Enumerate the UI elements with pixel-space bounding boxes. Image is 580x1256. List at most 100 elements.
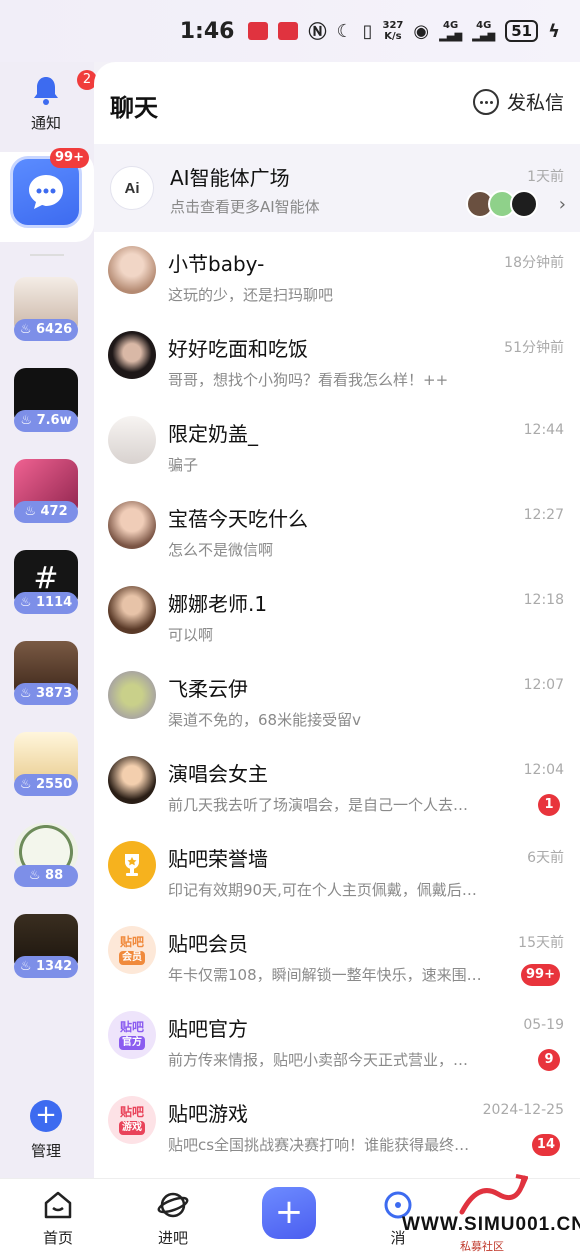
- user-avatar: [108, 671, 156, 719]
- sidebar-bar-item[interactable]: ♨ 2550: [14, 732, 78, 802]
- sidebar-bar-item[interactable]: ♨ 1342: [14, 914, 78, 984]
- chat-preview: 渠道不免的，68米能接受留v: [168, 711, 361, 729]
- watermark-text: WWW.SIMU001.CN: [402, 1214, 580, 1235]
- member-tag-icon: 贴吧 会员: [108, 926, 156, 974]
- ai-agent-avatars: [466, 190, 538, 218]
- plus-icon: +: [30, 1100, 62, 1132]
- ai-logo-icon: Ai: [110, 166, 154, 210]
- send-dm-button[interactable]: 发私信: [472, 88, 564, 115]
- chat-time: 6天前: [527, 850, 564, 866]
- chat-name: 飞柔云伊: [168, 677, 248, 701]
- nav-home-label: 首页: [42, 1229, 73, 1247]
- chat-preview: 可以啊: [168, 626, 214, 644]
- chat-time: 18分钟前: [504, 255, 564, 271]
- bar-sidebar: 2 通知 99+ ♨ 6426 ♨ 7.6w ♨ 472 # ♨ 1114 ♨ …: [0, 62, 97, 1178]
- chat-preview: 骗子: [168, 456, 199, 474]
- sidebar-bar-item[interactable]: ♨ 88: [14, 823, 78, 893]
- bar-heat-badge: ♨ 7.6w: [14, 410, 78, 432]
- bar-heat-badge: ♨ 6426: [14, 319, 78, 341]
- chat-time: 12:07: [523, 677, 564, 693]
- bell-icon: 2: [29, 70, 97, 108]
- bar-heat-badge: ♨ 472: [14, 501, 78, 523]
- sidebar-bar-item[interactable]: ♨ 3873: [14, 641, 78, 711]
- official-tag-icon: 贴吧 官方: [108, 1011, 156, 1059]
- sidebar-bar-item[interactable]: ♨ 472: [14, 459, 78, 529]
- user-avatar: [108, 586, 156, 634]
- chat-row[interactable]: 宝蓓今天吃什么 怎么不是微信啊 12:27: [94, 487, 580, 572]
- signal-2: 4G ▂▄▆: [472, 20, 496, 42]
- chat-preview: 印记有效期90天,可在个人主页佩戴，佩戴后…: [168, 881, 477, 899]
- chat-preview: 这玩的少，还是扫玛聊吧: [168, 286, 334, 304]
- chat-preview: 贴吧cs全国挑战赛决赛打响！谁能获得最终…: [168, 1136, 470, 1154]
- chat-name: 娜娜老师.1: [168, 592, 268, 616]
- bar-heat-badge: ♨ 1114: [14, 592, 78, 614]
- chat-row[interactable]: 小节baby- 这玩的少，还是扫玛聊吧 18分钟前: [94, 232, 580, 317]
- chat-preview: 年卡仅需108，瞬间解锁一整年快乐，速来围…: [168, 966, 482, 984]
- ai-square-title: AI智能体广场: [170, 166, 290, 190]
- chat-name: 贴吧荣誉墙: [168, 847, 268, 871]
- chat-row[interactable]: 限定奶盖_ 骗子 12:44: [94, 402, 580, 487]
- chat-row[interactable]: 好好吃面和吃饭 哥哥，想找个小狗吗？看看我怎么样！++ 51分钟前: [94, 317, 580, 402]
- bar-heat-badge: ♨ 1342: [14, 956, 78, 978]
- nav-home[interactable]: 首页: [18, 1189, 98, 1248]
- chat-time: 12:44: [523, 422, 564, 438]
- chat-row[interactable]: 娜娜老师.1 可以啊 12:18: [94, 572, 580, 657]
- post-button[interactable]: +: [262, 1187, 316, 1239]
- chat-badge: 99+: [50, 148, 89, 168]
- page-title: 聊天: [110, 94, 158, 122]
- unread-badge: 14: [531, 1134, 560, 1156]
- chat-name: 演唱会女主: [168, 762, 268, 786]
- manage-button[interactable]: + 管理: [14, 1100, 78, 1161]
- chevron-right-icon: ›: [558, 194, 566, 215]
- nfc-icon: Ⓝ: [308, 22, 327, 43]
- chat-row[interactable]: 贴吧 游戏 贴吧游戏 贴吧cs全国挑战赛决赛打响！谁能获得最终… 2024-12…: [94, 1082, 580, 1167]
- watermark: WWW.SIMU001.CN 私募社区: [400, 1170, 580, 1256]
- sidebar-divider: [30, 254, 64, 256]
- chat-preview: 怎么不是微信啊: [168, 541, 274, 559]
- chat-tab[interactable]: 99+: [0, 148, 94, 242]
- chat-name: 贴吧游戏: [168, 1102, 248, 1126]
- chat-name: 宝蓓今天吃什么: [168, 507, 308, 531]
- charging-icon: ϟ: [548, 20, 560, 42]
- nav-enter-bar[interactable]: 进吧: [133, 1189, 213, 1248]
- chat-row[interactable]: 飞柔云伊 渠道不免的，68米能接受留v 12:07: [94, 657, 580, 742]
- chat-name: 小节baby-: [168, 252, 265, 276]
- unread-badge: 9: [538, 1049, 560, 1071]
- chat-name: 贴吧会员: [168, 932, 248, 956]
- home-icon: [42, 1189, 74, 1221]
- chat-row[interactable]: 演唱会女主 前几天我去听了场演唱会，是自己一个人去… 12:04 1: [94, 742, 580, 827]
- notify-button[interactable]: 2 通知: [14, 70, 97, 142]
- user-avatar: [108, 756, 156, 804]
- status-time: 1:46: [179, 18, 235, 44]
- dm-bubble-icon: [472, 88, 499, 115]
- chat-time: 15天前: [518, 935, 564, 951]
- app-notification-icon: [278, 22, 299, 40]
- agent-avatar: [510, 190, 538, 218]
- chat-time: 12:18: [523, 592, 564, 608]
- watermark-subtext: 私募社区: [460, 1240, 504, 1253]
- sidebar-bar-item[interactable]: ♨ 6426: [14, 277, 78, 347]
- chat-row[interactable]: 贴吧荣誉墙 印记有效期90天,可在个人主页佩戴，佩戴后… 6天前: [94, 827, 580, 912]
- status-bar: 1:46 Ⓝ ☾ ▯ 327 K/s ◉ 4G ▂▄▆ 4G ▂▄▆ 51 ϟ: [0, 0, 580, 62]
- chat-panel: 聊天 发私信 Ai AI智能体广场 点击查看更多AI智能体 1天前 › 小节ba…: [94, 62, 580, 1178]
- user-avatar: [108, 501, 156, 549]
- chat-name: 限定奶盖_: [168, 422, 258, 446]
- chat-time: 51分钟前: [504, 340, 564, 356]
- chat-header: 聊天 发私信: [94, 62, 580, 144]
- chat-time: 12:04: [523, 762, 564, 778]
- chat-row[interactable]: 贴吧 官方 贴吧官方 前方传来情报，贴吧小卖部今天正式营业，… 05-19 9: [94, 997, 580, 1082]
- chat-preview: 前方传来情报，贴吧小卖部今天正式营业，…: [168, 1051, 469, 1069]
- user-avatar: [108, 246, 156, 294]
- manage-label: 管理: [30, 1142, 61, 1160]
- planet-icon: [157, 1189, 189, 1221]
- sidebar-bar-item[interactable]: # ♨ 1114: [14, 550, 78, 620]
- ai-agent-square[interactable]: Ai AI智能体广场 点击查看更多AI智能体 1天前 ›: [94, 144, 580, 232]
- chat-row[interactable]: 贴吧 会员 贴吧会员 年卡仅需108，瞬间解锁一整年快乐，速来围… 15天前 9…: [94, 912, 580, 997]
- battery-icon: 51: [505, 20, 539, 42]
- user-avatar: [108, 416, 156, 464]
- bar-heat-badge: ♨ 3873: [14, 683, 78, 705]
- hotspot-icon: ◉: [413, 20, 430, 42]
- sidebar-bar-item[interactable]: ♨ 7.6w: [14, 368, 78, 438]
- net-speed: 327 K/s: [382, 20, 404, 42]
- chat-preview: 前几天我去听了场演唱会，是自己一个人去…: [168, 796, 469, 814]
